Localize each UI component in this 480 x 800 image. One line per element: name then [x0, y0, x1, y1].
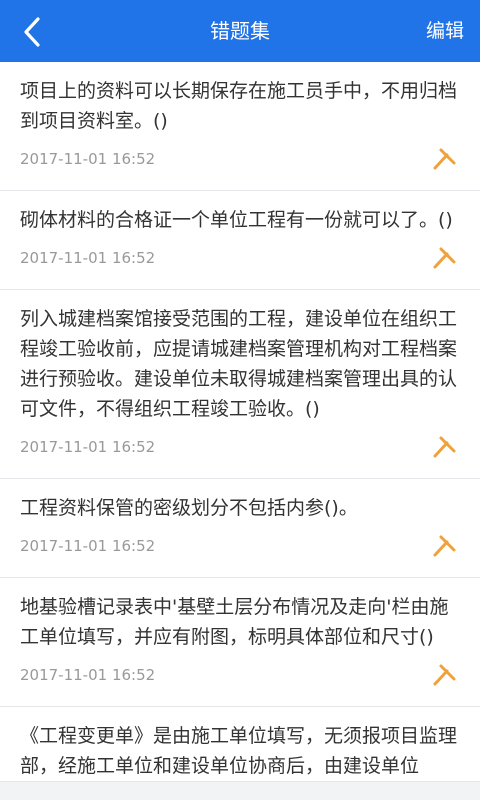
list-item[interactable]: 项目上的资料可以长期保存在施工员手中，不用归档到项目资料室。() 2017-11… — [0, 62, 480, 191]
question-date: 2017-11-01 16:52 — [20, 438, 156, 456]
page-title: 错题集 — [210, 19, 270, 43]
pin-icon[interactable] — [430, 531, 458, 559]
question-date: 2017-11-01 16:52 — [20, 249, 156, 267]
edit-button[interactable]: 编辑 — [426, 0, 464, 62]
question-text: 列入城建档案馆接受范围的工程，建设单位在组织工程竣工验收前，应提请城建档案管理机… — [20, 308, 458, 420]
pin-icon[interactable] — [430, 243, 458, 271]
question-text: 《工程变更单》是由施工单位填写，无须报项目监理部，经施工单位和建设单位协商后，由… — [20, 725, 458, 777]
list-item[interactable]: 列入城建档案馆接受范围的工程，建设单位在组织工程竣工验收前，应提请城建档案管理机… — [0, 290, 480, 479]
list-item[interactable]: 地基验槽记录表中'基壁土层分布情况及走向'栏由施工单位填写，并应有附图，标明具体… — [0, 578, 480, 707]
pin-icon[interactable] — [430, 144, 458, 172]
question-text: 工程资料保管的密级划分不包括内参()。 — [20, 497, 358, 519]
question-list: 项目上的资料可以长期保存在施工员手中，不用归档到项目资料室。() 2017-11… — [0, 62, 480, 800]
question-text: 地基验槽记录表中'基壁土层分布情况及走向'栏由施工单位填写，并应有附图，标明具体… — [20, 596, 449, 648]
pin-icon[interactable] — [430, 432, 458, 460]
pin-icon[interactable] — [430, 660, 458, 688]
app-header: 错题集 编辑 — [0, 0, 480, 62]
list-item[interactable]: 工程资料保管的密级划分不包括内参()。 2017-11-01 16:52 — [0, 479, 480, 578]
question-date: 2017-11-01 16:52 — [20, 150, 156, 168]
list-item[interactable]: 《工程变更单》是由施工单位填写，无须报项目监理部，经施工单位和建设单位协商后，由… — [0, 707, 480, 782]
list-item[interactable]: 砌体材料的合格证一个单位工程有一份就可以了。() 2017-11-01 16:5… — [0, 191, 480, 290]
question-text: 项目上的资料可以长期保存在施工员手中，不用归档到项目资料室。() — [20, 80, 458, 132]
question-date: 2017-11-01 16:52 — [20, 537, 156, 555]
question-text: 砌体材料的合格证一个单位工程有一份就可以了。() — [20, 209, 453, 231]
question-date: 2017-11-01 16:52 — [20, 666, 156, 684]
